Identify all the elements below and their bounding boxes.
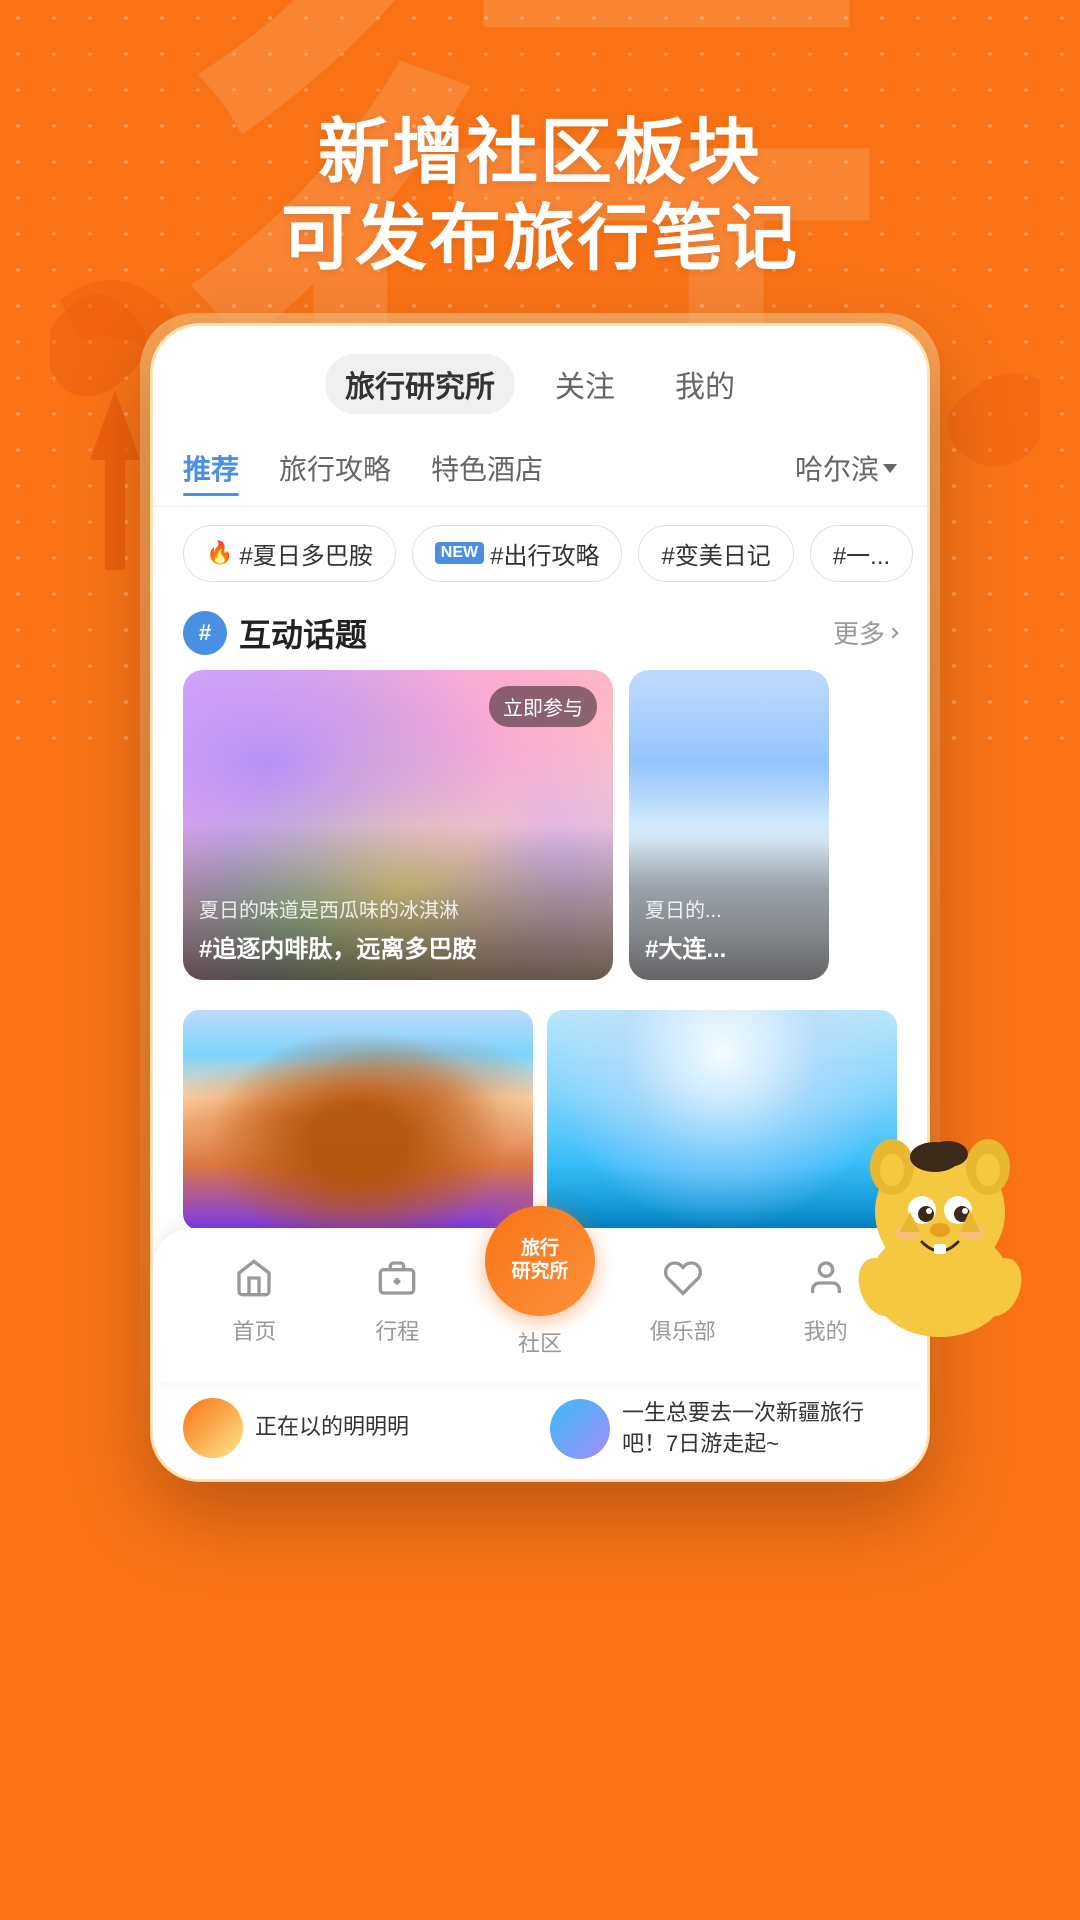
subtab-strategy[interactable]: 旅行攻略 — [279, 440, 391, 496]
home-label: 首页 — [232, 1314, 276, 1346]
card-subtitle: 夏日的味道是西瓜味的冰淇淋 — [199, 894, 597, 923]
tag-pill-more[interactable]: #一... — [810, 525, 913, 582]
hero-line2: 可发布旅行笔记 — [0, 196, 1080, 282]
card-text-large: 夏日的味道是西瓜味的冰淇淋 #追逐内啡肽，远离多巴胺 — [199, 894, 597, 964]
tag-pill-summer[interactable]: 🔥 #夏日多巴胺 — [183, 525, 396, 582]
nav-home[interactable]: 首页 — [183, 1258, 326, 1346]
fire-icon: 🔥 — [206, 540, 233, 566]
hero-section: 新增社区板块 可发布旅行笔记 — [0, 0, 1080, 323]
trip-icon — [377, 1258, 417, 1308]
subtab-recommend[interactable]: 推荐 — [183, 440, 239, 496]
content-grid — [153, 1000, 927, 1230]
community-label: 社区 — [518, 1326, 562, 1358]
card-hashtag: #追逐内啡肽，远离多巴胺 — [199, 929, 597, 964]
club-icon — [663, 1258, 703, 1308]
strip-text-1: 正在以的明明明 — [255, 1412, 409, 1443]
avatar-1 — [183, 1398, 243, 1458]
section-title-group: # 互动话题 — [183, 610, 367, 656]
tab-mine[interactable]: 我的 — [655, 354, 755, 414]
section-title: 互动话题 — [239, 610, 367, 656]
hashtag-icon: # — [183, 611, 227, 655]
topic-card-large[interactable]: 立即参与 夏日的味道是西瓜味的冰淇淋 #追逐内啡肽，远离多巴胺 — [183, 670, 613, 980]
nav-trip[interactable]: 行程 — [326, 1258, 469, 1346]
card-subtitle-small: 夏日的... — [645, 894, 813, 923]
community-center-btn[interactable]: 旅行 研究所 — [485, 1206, 595, 1316]
more-arrow-icon — [887, 627, 898, 638]
city-dropdown-arrow — [883, 464, 897, 473]
club-label: 俱乐部 — [650, 1314, 716, 1346]
tag-pill-travel[interactable]: NEW #出行攻略 — [412, 525, 623, 582]
phone-mockup: 旅行研究所 关注 我的 推荐 旅行攻略 特色酒店 哈尔滨 — [150, 323, 930, 1483]
topic-card-small[interactable]: 夏日的... #大连... — [629, 670, 829, 980]
home-icon — [234, 1258, 274, 1308]
strip-text-2: 一生总要去一次新疆旅行吧！7日游走起~ — [622, 1398, 897, 1460]
tab-follow[interactable]: 关注 — [535, 354, 635, 414]
card-join-badge: 立即参与 — [489, 686, 597, 727]
subtab-hotel[interactable]: 特色酒店 — [431, 440, 543, 496]
nav-community[interactable]: 旅行 研究所 社区 — [469, 1246, 612, 1358]
subtab-city[interactable]: 哈尔滨 — [795, 440, 897, 496]
topic-cards: 立即参与 夏日的味道是西瓜味的冰淇淋 #追逐内啡肽，远离多巴胺 夏日的... — [153, 670, 927, 1000]
main-tabs: 旅行研究所 关注 我的 — [153, 326, 927, 430]
new-badge: NEW — [435, 542, 484, 564]
section-header: # 互动话题 更多 — [153, 600, 927, 670]
tag-pills-row: 🔥 #夏日多巴胺 NEW #出行攻略 #变美日记 #一... — [153, 507, 927, 600]
more-button[interactable]: 更多 — [833, 614, 897, 651]
card-hashtag-small: #大连... — [645, 929, 813, 964]
strip-item-1[interactable]: 正在以的明明明 — [183, 1398, 530, 1458]
bottom-nav: 首页 行程 — [153, 1228, 927, 1382]
nav-club[interactable]: 俱乐部 — [611, 1258, 754, 1346]
grid-item-1[interactable] — [183, 1010, 533, 1230]
strip-item-2[interactable]: 一生总要去一次新疆旅行吧！7日游走起~ — [550, 1398, 897, 1460]
sub-tabs: 推荐 旅行攻略 特色酒店 哈尔滨 — [153, 430, 927, 507]
tag-pill-beauty[interactable]: #变美日记 — [638, 525, 793, 582]
card-text-small: 夏日的... #大连... — [645, 894, 813, 964]
avatar-2 — [550, 1399, 610, 1459]
hero-line1: 新增社区板块 — [0, 110, 1080, 196]
bottom-strip: 正在以的明明明 一生总要去一次新疆旅行吧！7日游走起~ — [153, 1382, 927, 1480]
trip-label: 行程 — [375, 1314, 419, 1346]
mascot-character — [830, 1102, 1050, 1342]
tab-travel-institute[interactable]: 旅行研究所 — [325, 354, 515, 414]
center-btn-text: 旅行 研究所 — [511, 1238, 568, 1284]
